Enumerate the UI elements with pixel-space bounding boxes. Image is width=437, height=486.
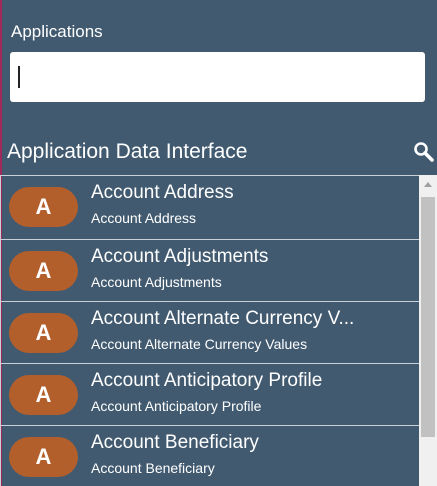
avatar-badge: A [9,375,78,415]
avatar-badge: A [9,313,78,353]
list-item[interactable]: A Account Anticipatory Profile Account A… [1,364,419,426]
item-subtitle: Account Adjustments [91,274,222,290]
avatar-badge: A [9,437,78,477]
applications-input[interactable] [10,52,425,102]
scrollbar-thumb[interactable] [421,197,435,437]
applications-label: Applications [11,22,103,41]
list-scrollbar[interactable] [419,175,437,486]
item-title: Account Adjustments [91,246,269,267]
section-title: Application Data Interface [7,140,248,163]
item-title: Account Alternate Currency V... [91,308,355,329]
item-subtitle: Account Address [91,210,197,226]
item-subtitle: Account Alternate Currency Values [91,336,308,352]
scroll-up-arrow-icon[interactable] [419,175,437,195]
search-icon[interactable] [413,141,435,163]
item-title: Account Beneficiary [91,432,259,453]
list-item[interactable]: A Account Adjustments Account Adjustment… [1,240,419,302]
item-title: Account Address [91,182,234,203]
list-item[interactable]: A Account Alternate Currency V... Accoun… [1,302,419,364]
item-title: Account Anticipatory Profile [91,370,323,391]
text-caret [18,66,20,88]
item-subtitle: Account Beneficiary [91,460,215,476]
list-item[interactable]: A Account Beneficiary Account Beneficiar… [1,426,419,486]
item-subtitle: Account Anticipatory Profile [91,398,262,414]
list-item[interactable]: A Account Address Account Address [1,176,419,240]
avatar-badge: A [9,187,78,227]
avatar-badge: A [9,251,78,291]
application-list: A Account Address Account Address A Acco… [0,175,419,486]
